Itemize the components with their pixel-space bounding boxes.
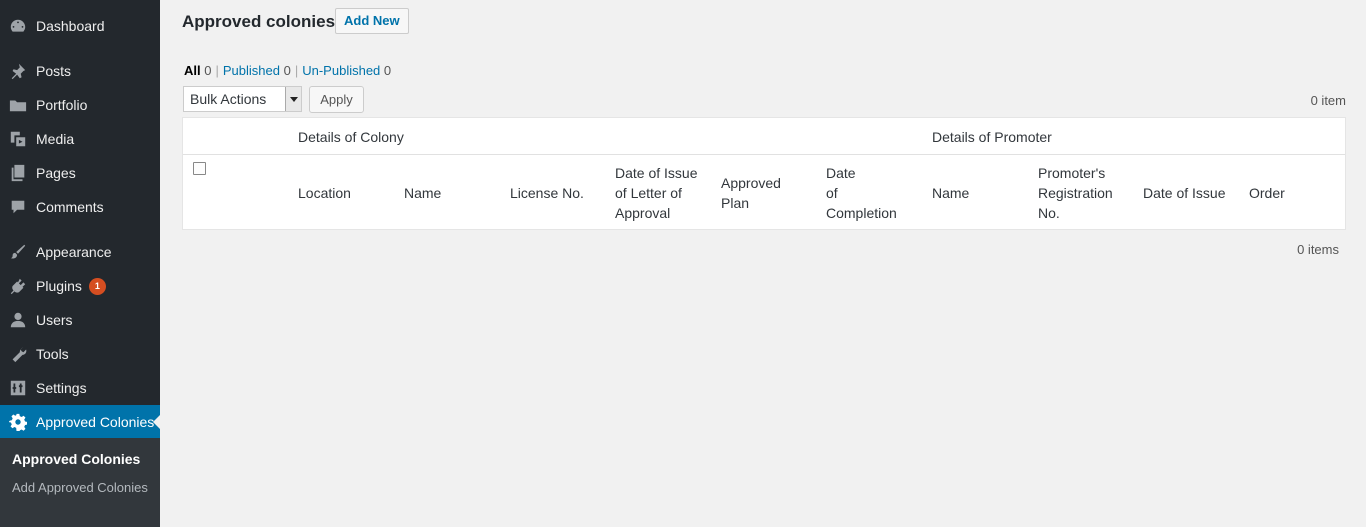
sidebar-item-settings[interactable]: Settings (0, 371, 160, 405)
column-header-license-no[interactable]: License No. (510, 183, 584, 203)
column-header-date-of-completion[interactable]: Date of Completion (826, 163, 897, 223)
sidebar-item-label: Appearance (36, 244, 112, 260)
items-count-top: 0 item (1310, 93, 1346, 108)
pushpin-icon (0, 62, 36, 80)
sidebar-submenu: Approved Colonies Add Approved Colonies (0, 438, 160, 527)
apply-button[interactable]: Apply (309, 86, 364, 113)
page-title: Approved colonies (182, 12, 336, 31)
column-header-text: Plan (721, 195, 750, 211)
sidebar-item-label: Media (36, 131, 75, 147)
filter-all[interactable]: All 0 (184, 63, 211, 78)
sidebar-item-appearance[interactable]: Appearance (0, 235, 160, 269)
add-new-button[interactable]: Add New (335, 8, 409, 34)
column-header-text: Date (826, 165, 856, 181)
sidebar-item-label: Tools (36, 346, 69, 362)
group-header-colony: Details of Colony (298, 129, 404, 145)
plug-icon (0, 277, 36, 295)
column-header-text: of Letter of (615, 185, 682, 201)
sidebar-item-plugins[interactable]: Plugins 1 (0, 269, 160, 303)
filter-published-label: Published (222, 63, 280, 78)
folder-icon (0, 96, 36, 114)
sidebar-item-label: Dashboard (36, 18, 105, 34)
sidebar-item-posts[interactable]: Posts (0, 54, 160, 88)
column-header-colony-name[interactable]: Name (404, 183, 441, 203)
column-header-text: Date of Issue (615, 165, 698, 181)
update-count-badge: 1 (88, 277, 106, 295)
submenu-item-add-approved-colonies[interactable]: Add Approved Colonies (12, 480, 152, 496)
sidebar-item-label: Posts (36, 63, 72, 79)
sidebar-item-approved-colonies[interactable]: Approved Colonies (0, 405, 161, 439)
column-header-order[interactable]: Order (1249, 183, 1285, 203)
column-header-text: Name (932, 185, 970, 201)
sliders-icon (0, 379, 36, 397)
filter-published[interactable]: Published 0 (223, 63, 291, 78)
paintbrush-icon (0, 243, 36, 261)
filter-unpublished-label: Un-Published (302, 63, 381, 78)
sidebar-item-label: Approved Colonies (36, 414, 155, 430)
items-count-bottom: 0 items (1297, 242, 1339, 257)
sidebar-item-comments[interactable]: Comments (0, 190, 160, 224)
column-header-text: Approved (721, 175, 781, 191)
column-header-text: No. (1038, 205, 1060, 221)
status-filter-links: All 0 | Published 0 | Un-Published 0 (184, 63, 392, 78)
column-header-text: Location (298, 185, 351, 201)
sidebar-item-tools[interactable]: Tools (0, 337, 160, 371)
filter-published-count: 0 (283, 63, 291, 78)
sidebar-item-label: Plugins (36, 278, 82, 294)
column-header-approved-plan[interactable]: Approved Plan (721, 173, 781, 213)
pages-icon (0, 164, 36, 182)
column-header-promoter-registration-no[interactable]: Promoter's Registration No. (1038, 163, 1113, 223)
wrench-icon (0, 345, 36, 363)
comment-icon (0, 198, 36, 216)
submenu-item-approved-colonies[interactable]: Approved Colonies (12, 451, 152, 467)
sidebar-item-portfolio[interactable]: Portfolio (0, 88, 160, 122)
column-header-text: Date of Issue (1143, 185, 1226, 201)
filter-all-count: 0 (204, 63, 212, 78)
column-header-location[interactable]: Location (298, 183, 351, 203)
colonies-table: Details of Colony Details of Promoter Lo… (182, 117, 1346, 230)
sidebar-item-label: Pages (36, 165, 76, 181)
sidebar-item-users[interactable]: Users (0, 303, 160, 337)
media-icon (0, 130, 36, 148)
column-header-text: Promoter's (1038, 165, 1106, 181)
user-icon (0, 311, 36, 329)
table-group-header-row: Details of Colony Details of Promoter (183, 118, 1345, 155)
admin-sidebar: Dashboard Posts Portfolio Media Pages Co… (0, 0, 161, 527)
filter-unpublished-count: 0 (383, 63, 392, 78)
sidebar-item-dashboard[interactable]: Dashboard (0, 9, 160, 43)
sidebar-item-label: Users (36, 312, 73, 328)
sidebar-item-label: Settings (36, 380, 87, 396)
bulk-actions-select[interactable]: Bulk Actions (183, 86, 302, 112)
chevron-down-icon[interactable] (285, 87, 301, 111)
bulk-actions-value: Bulk Actions (190, 91, 267, 107)
column-header-text: Registration (1038, 185, 1113, 201)
column-header-date-of-issue[interactable]: Date of Issue (1143, 183, 1226, 203)
column-header-text: Completion (826, 205, 897, 221)
column-header-text: Approval (615, 205, 671, 221)
filter-all-label: All (184, 63, 201, 78)
sidebar-item-media[interactable]: Media (0, 122, 160, 156)
sidebar-item-label: Portfolio (36, 97, 88, 113)
group-header-promoter: Details of Promoter (932, 129, 1052, 145)
gear-icon (0, 413, 36, 431)
column-header-text: Order (1249, 185, 1285, 201)
column-header-date-of-issue-letter[interactable]: Date of Issue of Letter of Approval (615, 163, 698, 223)
column-header-text: of (826, 185, 838, 201)
column-header-text: License No. (510, 185, 584, 201)
sidebar-item-label: Comments (36, 199, 104, 215)
dashboard-icon (0, 17, 36, 35)
filter-unpublished[interactable]: Un-Published 0 (302, 63, 391, 78)
column-header-text: Name (404, 185, 442, 201)
sidebar-item-pages[interactable]: Pages (0, 156, 160, 190)
select-all-checkbox[interactable] (193, 162, 206, 175)
main-content: Approved colonies Add New All 0 | Publishe… (160, 0, 1366, 527)
column-header-promoter-name[interactable]: Name (932, 183, 969, 203)
